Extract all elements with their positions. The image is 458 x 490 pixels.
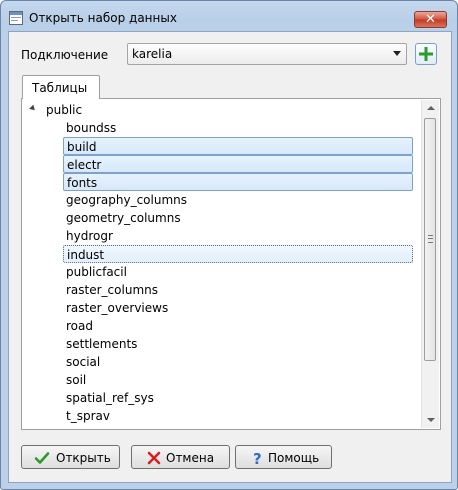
tree-item-label: raster_columns: [66, 283, 158, 297]
tree-item[interactable]: indust: [63, 245, 413, 263]
tree-item[interactable]: t_sprav_topic: [63, 425, 413, 427]
tree-root-label: public: [46, 103, 83, 117]
tree-item[interactable]: boundss: [63, 119, 413, 137]
dialog-body: Подключение karelia Таблицы public bound…: [8, 31, 452, 483]
tree-item[interactable]: settlements: [63, 335, 413, 353]
tree-item[interactable]: hydrogr: [63, 227, 413, 245]
close-icon: ✕: [425, 12, 436, 27]
tree-item-label: build: [67, 140, 97, 154]
scroll-up-button[interactable]: [422, 100, 439, 117]
tables-pane: public boundss build electr fonts geogra…: [21, 98, 441, 430]
cancel-button-label: Отмена: [166, 451, 215, 465]
tab-tables[interactable]: Таблицы: [22, 75, 100, 99]
tree-item-label: boundss: [66, 121, 117, 135]
grip-icon: [428, 235, 433, 243]
open-button-label: Открыть: [56, 451, 111, 465]
tree-item-label: indust: [67, 248, 105, 262]
open-button[interactable]: Открыть: [21, 445, 120, 469]
connection-value: karelia: [132, 47, 173, 61]
tree-item-label: publicfacil: [66, 265, 127, 279]
checkmark-icon: [34, 452, 50, 464]
close-button[interactable]: ✕: [414, 11, 447, 28]
dialog-window: Открыть набор данных ✕ Подключение karel…: [0, 0, 458, 490]
scroll-down-button[interactable]: [422, 411, 439, 428]
help-button-label: Помощь: [268, 451, 320, 465]
tree-item[interactable]: t_sprav: [63, 407, 413, 425]
tree-item[interactable]: raster_columns: [63, 281, 413, 299]
connection-label: Подключение: [21, 48, 109, 62]
tree-item-label: settlements: [66, 337, 138, 351]
tab-tables-label: Таблицы: [32, 81, 88, 95]
svg-text:?: ?: [253, 450, 262, 466]
tree-item-label: electr: [67, 158, 102, 172]
tree-item[interactable]: publicfacil: [63, 263, 413, 281]
add-connection-button[interactable]: [415, 43, 437, 65]
app-window-icon: [9, 11, 23, 25]
title-bar[interactable]: Открыть набор данных ✕: [1, 1, 457, 31]
expand-arrow-icon[interactable]: [29, 104, 37, 113]
window-title: Открыть набор данных: [29, 11, 177, 25]
cross-icon: [147, 451, 161, 465]
help-button[interactable]: ? Помощь: [235, 445, 332, 469]
chevron-down-icon: [393, 51, 401, 56]
tree-item[interactable]: build: [63, 137, 413, 155]
tree-item[interactable]: fonts: [63, 173, 413, 191]
tree-item-label: fonts: [67, 176, 98, 190]
tree-item[interactable]: soil: [63, 371, 413, 389]
tree-item[interactable]: social: [63, 353, 413, 371]
tree-item-label: hydrogr: [66, 229, 113, 243]
connection-select[interactable]: karelia: [127, 43, 407, 65]
tree-item-label: soil: [66, 373, 87, 387]
tree-item-label: road: [66, 319, 93, 333]
arrow-down-icon: [427, 418, 435, 422]
table-tree[interactable]: public boundss build electr fonts geogra…: [26, 101, 419, 427]
tree-item-label: geography_columns: [66, 193, 187, 207]
tree-item[interactable]: geometry_columns: [63, 209, 413, 227]
tree-item[interactable]: geography_columns: [63, 191, 413, 209]
plus-icon: [419, 47, 433, 61]
tree-item-label: spatial_ref_sys: [66, 391, 154, 405]
scrollbar-thumb[interactable]: [424, 118, 436, 361]
tree-item-label: t_sprav: [66, 409, 110, 423]
question-mark-icon: ?: [253, 450, 262, 466]
arrow-up-icon: [427, 106, 435, 110]
tree-item-label: geometry_columns: [66, 211, 181, 225]
cancel-button[interactable]: Отмена: [131, 445, 230, 469]
tree-item[interactable]: electr: [63, 155, 413, 173]
vertical-scrollbar[interactable]: [421, 100, 439, 428]
tree-item[interactable]: road: [63, 317, 413, 335]
tree-item-label: social: [66, 355, 101, 369]
tree-item-label: raster_overviews: [66, 301, 169, 315]
tree-item[interactable]: spatial_ref_sys: [63, 389, 413, 407]
tree-item[interactable]: raster_overviews: [63, 299, 413, 317]
